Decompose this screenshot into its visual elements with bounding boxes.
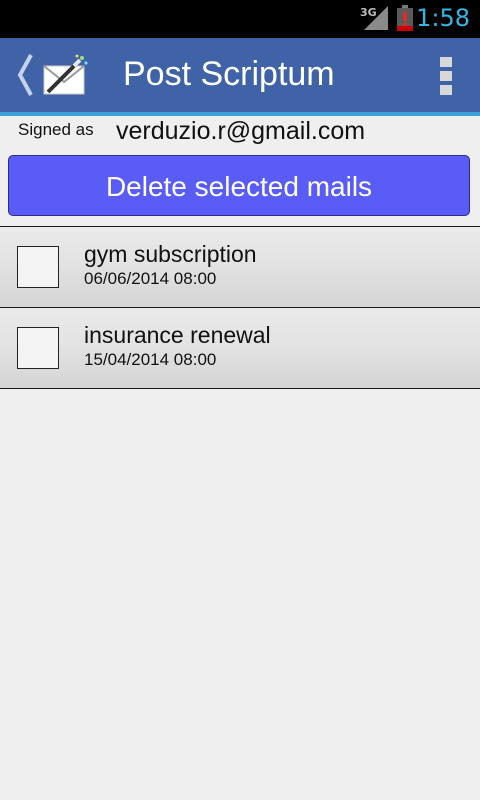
mail-date: 15/04/2014 08:00 (84, 350, 217, 369)
status-bar: 3G 1:58 (0, 0, 480, 38)
back-chevron-icon (17, 54, 33, 96)
app-title: Post Scriptum (123, 55, 335, 93)
mail-checkbox[interactable] (17, 327, 59, 369)
mail-list: gym subscription 06/06/2014 08:00 insura… (0, 226, 480, 389)
account-email: verduzio.r@gmail.com (116, 117, 366, 145)
overflow-menu-icon[interactable] (426, 52, 466, 100)
envelope-wand-icon (43, 54, 88, 95)
signed-as-label: Signed as (18, 120, 94, 139)
mail-checkbox[interactable] (17, 246, 59, 288)
up-navigation-button[interactable] (0, 38, 100, 112)
battery-low-icon (397, 5, 413, 31)
list-item[interactable]: gym subscription 06/06/2014 08:00 (0, 226, 480, 307)
network-type-label: 3G (360, 6, 377, 19)
action-bar: Post Scriptum (0, 38, 480, 116)
mail-subject: gym subscription (84, 241, 257, 267)
status-clock: 1:58 (416, 4, 470, 32)
mail-subject: insurance renewal (84, 322, 271, 348)
list-item[interactable]: insurance renewal 15/04/2014 08:00 (0, 307, 480, 389)
mail-date: 06/06/2014 08:00 (84, 269, 217, 288)
delete-selected-mails-button[interactable]: Delete selected mails (8, 155, 470, 216)
